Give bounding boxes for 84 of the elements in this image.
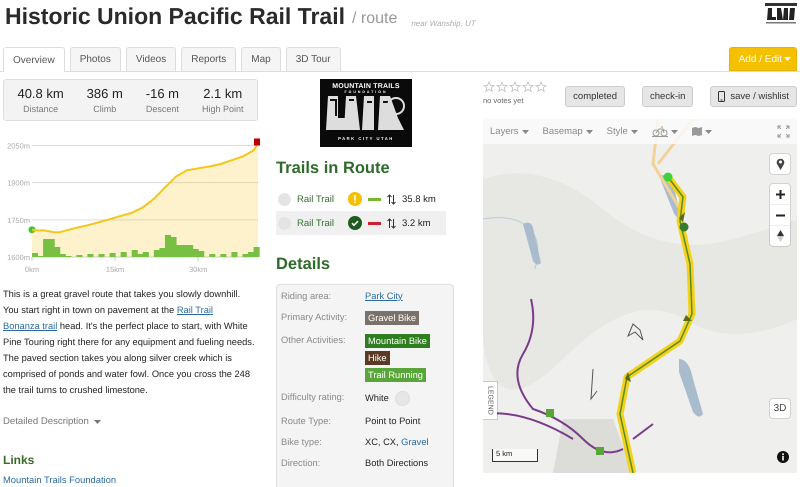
folded-map-icon: [692, 127, 702, 136]
map-pin-icon: [776, 158, 784, 170]
tab[interactable]: Reports: [181, 47, 236, 71]
compass-icon: [776, 230, 784, 242]
trail-name: Rail Trail: [297, 218, 335, 228]
star-icon[interactable]: [496, 81, 508, 93]
detail-value: Both Directions: [365, 457, 428, 469]
detail-label: Difficulty rating:: [281, 391, 346, 403]
caret-icon: [522, 130, 529, 134]
caret-icon: [586, 130, 593, 134]
stat-value: 386 m: [86, 86, 123, 101]
tab[interactable]: 3D Tour: [286, 47, 341, 71]
trail-distance: 35.8 km: [402, 194, 436, 204]
trail-name: Rail Trail: [297, 194, 335, 204]
stat-value: -16 m: [146, 86, 179, 101]
end-marker: [254, 138, 260, 146]
action-button[interactable]: save / wishlist: [710, 86, 797, 107]
3d-button[interactable]: 3D: [770, 399, 790, 418]
stat-label: High Point: [202, 104, 244, 114]
route-description: This is a great gravel route that takes you slowly downhill. You start right in town on pavement at the Rail Trail Bonanza trail head. It's the perfect place to start, with White Pine Touring right there for any equipment and fueling needs. The paved section takes you along silver creek which is comprised of ponds and water fowl. Once you cross the 248 the trail turns to crushed limestone.: [3, 288, 256, 397]
detail-label: Riding area:: [281, 290, 332, 302]
external-link[interactable]: Mountain Trails Foundation: [3, 472, 258, 487]
stat-label: Descent: [146, 104, 179, 114]
caret-icon: [784, 57, 791, 61]
detail-label: Other Activities:: [281, 334, 347, 346]
activity-tag: Trail Running: [365, 368, 426, 382]
page-type: / route: [352, 10, 398, 28]
trail-row[interactable]: Rail Trail 35.8 km: [276, 187, 446, 211]
trail-distance: 3.2 km: [402, 218, 431, 228]
trail-row[interactable]: Rail Trail 3.2 km: [276, 211, 446, 235]
text-link[interactable]: Bonanza trail: [3, 321, 58, 331]
action-button[interactable]: check-in: [642, 86, 694, 107]
caret-icon: [670, 130, 678, 134]
caret-icon: [704, 130, 712, 134]
detail-value: White: [365, 392, 389, 403]
stat-label: Climb: [93, 104, 116, 114]
up-down-arrows-icon: [387, 194, 396, 204]
section-heading: Details: [276, 255, 332, 274]
text-link[interactable]: Rail Trail: [176, 305, 213, 315]
activity-tag: Hike: [365, 351, 390, 365]
star-icon[interactable]: [535, 81, 547, 93]
stat-label: Distance: [23, 104, 58, 114]
bike-type-link[interactable]: Gravel: [401, 437, 429, 447]
detail-label: Direction:: [281, 457, 322, 469]
action-button[interactable]: completed: [565, 86, 626, 107]
star-rating[interactable]: [483, 81, 548, 93]
activity-menu[interactable]: [652, 126, 678, 137]
start-marker: [28, 226, 36, 234]
star-icon[interactable]: [522, 81, 534, 93]
locate-button[interactable]: [770, 154, 790, 174]
tab[interactable]: Map: [241, 47, 281, 71]
star-icon[interactable]: [483, 81, 495, 93]
detail-label: Route Type:: [281, 415, 332, 427]
location-text: near Wanship, UT: [411, 19, 476, 28]
tab[interactable]: Photos: [70, 47, 121, 71]
caret-icon: [630, 130, 638, 134]
warning-icon: [348, 192, 362, 206]
foundation-logo-icon: [765, 3, 797, 25]
stat-value: 2.1 km: [203, 86, 242, 101]
caret-icon: [94, 420, 101, 424]
fullscreen-icon[interactable]: [777, 125, 790, 138]
detail-value: Point to Point: [365, 415, 420, 427]
detailed-description-toggle[interactable]: Detailed Description: [3, 414, 101, 430]
phone-icon: [718, 91, 726, 102]
detail-value: XC, CX, Gravel: [365, 436, 429, 448]
section-heading: Trails in Route: [276, 159, 391, 178]
bike-icon: [652, 126, 668, 137]
tab[interactable]: Videos: [126, 47, 176, 71]
detail-label: Primary Activity:: [281, 311, 348, 323]
activity-tag: Mountain Bike: [365, 334, 430, 348]
detail-label: Bike type:: [281, 436, 323, 448]
page-title: Historic Union Pacific Rail Trail: [5, 3, 345, 30]
star-icon[interactable]: [509, 81, 521, 93]
links-heading: Links: [3, 452, 36, 468]
info-icon[interactable]: [777, 451, 789, 463]
up-down-arrows-icon: [387, 218, 396, 228]
area-link[interactable]: Park City: [365, 290, 403, 302]
stat-value: 40.8 km: [17, 86, 64, 101]
map-type-menu[interactable]: [692, 127, 712, 136]
tab[interactable]: Overview: [3, 47, 65, 72]
difficulty-dot: [278, 192, 291, 206]
zoom-in-icon: [776, 190, 784, 198]
activity-tag: Gravel Bike: [365, 311, 420, 325]
check-icon: [348, 216, 362, 230]
